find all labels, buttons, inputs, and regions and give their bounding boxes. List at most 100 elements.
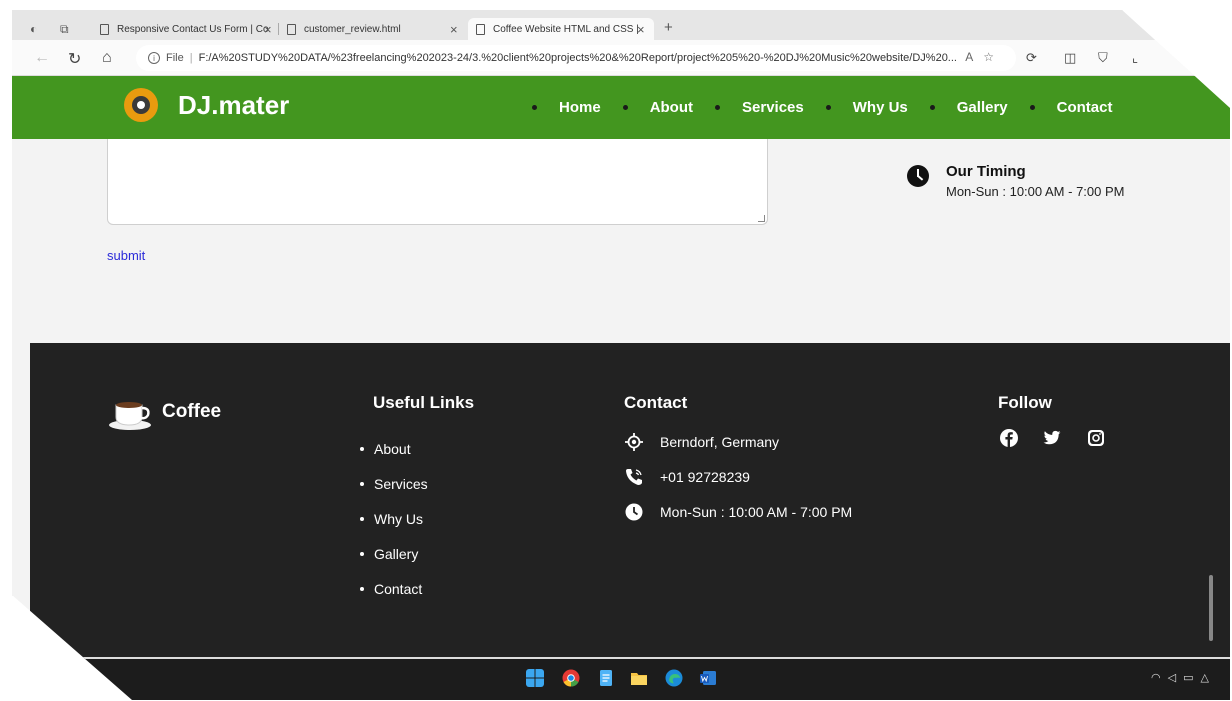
timing-text: Mon-Sun : 10:00 AM - 7:00 PM: [946, 184, 1125, 199]
contact-text: Berndorf, Germany: [660, 434, 780, 450]
facebook-icon[interactable]: [1000, 429, 1018, 447]
new-tab-button[interactable]: +: [664, 19, 673, 36]
nav-label: Gallery: [956, 99, 1008, 116]
wifi-icon[interactable]: ◠: [1151, 672, 1168, 684]
contact-phone: +01 92728239: [624, 467, 750, 487]
tab-customer-review[interactable]: customer_review.html: [287, 18, 462, 40]
nav-item-gallery[interactable]: Gallery: [929, 99, 1030, 116]
info-icon[interactable]: i: [148, 52, 160, 64]
nav-bullet: [715, 105, 721, 110]
message-textarea[interactable]: [107, 139, 768, 225]
volume-icon[interactable]: ◁: [1168, 672, 1183, 684]
nav-item-about[interactable]: About: [622, 99, 715, 116]
split-screen-icon[interactable]: ◫: [1064, 50, 1076, 66]
footer-link-label: Contact: [374, 580, 423, 597]
contact-address: Berndorf, Germany: [624, 432, 779, 452]
nav-item-home[interactable]: Home: [532, 99, 623, 116]
page-icon: [476, 23, 485, 35]
system-tray: ◠◁▭△: [1151, 671, 1216, 684]
notification-bell-icon[interactable]: △: [1201, 672, 1216, 684]
nav-item-contact[interactable]: Contact: [1029, 99, 1135, 116]
nav-item-services[interactable]: Services: [715, 99, 826, 116]
favorite-star-icon[interactable]: ☆: [983, 50, 1004, 64]
chrome-icon[interactable]: [562, 669, 580, 687]
tab-contact-form[interactable]: Responsive Contact Us Form | Co: [100, 18, 280, 40]
battery-icon[interactable]: ▭: [1183, 672, 1200, 684]
url-actions: A☆: [965, 50, 1004, 64]
workspaces-icon[interactable]: ⧉: [60, 22, 69, 37]
nav-label: Contact: [1056, 99, 1113, 116]
nav-label: Services: [742, 99, 804, 116]
nav-label: About: [649, 99, 694, 116]
tab-label: Responsive Contact Us Form | Co: [117, 23, 269, 35]
logo-ring: [132, 96, 150, 114]
timing-title: Our Timing: [946, 163, 1026, 180]
footer-link-label: Why Us: [374, 510, 423, 527]
tab-label: customer_review.html: [304, 23, 401, 35]
list-bullet: [360, 551, 364, 556]
useful-links-list: About Services Why Us Gallery Contact: [360, 431, 428, 606]
phone-icon: [624, 467, 644, 487]
nav-label: Why Us: [852, 99, 908, 116]
follow-title: Follow: [998, 393, 1052, 412]
footer-link-gallery[interactable]: Gallery: [360, 536, 428, 571]
nav-bullet: [532, 105, 537, 110]
url-field[interactable]: i File | F:/A%20STUDY%20DATA/%23freelanc…: [136, 45, 1016, 71]
profile-icon[interactable]: ◐: [30, 22, 37, 36]
list-bullet: [360, 481, 364, 486]
tab-separator: [278, 23, 279, 35]
clock-icon: [624, 502, 644, 522]
refresh-icon[interactable]: ↻: [68, 49, 81, 69]
nav-bullet: [825, 105, 831, 110]
screenshot-stage: ◐ ⧉ Responsive Contact Us Form | Co × cu…: [0, 0, 1232, 701]
nav-bullet: [622, 105, 628, 110]
twitter-icon[interactable]: [1043, 429, 1061, 447]
browser-essentials-icon[interactable]: ⛉: [1098, 50, 1108, 66]
page-icon: [100, 23, 109, 35]
contact-text: Mon-Sun : 10:00 AM - 7:00 PM: [660, 504, 853, 520]
read-aloud-icon[interactable]: A: [965, 50, 983, 64]
list-bullet: [360, 446, 364, 451]
footer-link-services[interactable]: Services: [360, 466, 428, 501]
instagram-icon[interactable]: [1087, 429, 1105, 447]
extensions-icon[interactable]: ⟳: [1026, 50, 1037, 66]
notepad-icon[interactable]: [597, 669, 615, 687]
dj-logo-icon[interactable]: [124, 88, 158, 122]
copilot-icon[interactable]: ⌞: [1132, 50, 1138, 66]
page-scrollbar[interactable]: [1209, 575, 1213, 641]
back-icon[interactable]: ←: [34, 49, 50, 67]
clock-icon: [907, 165, 929, 187]
contact-section: submit Our Timing Mon-Sun : 10:00 AM - 7…: [12, 139, 1230, 343]
nav-label: Home: [559, 99, 601, 116]
address-bar: ← ↻ ⌂ i File | F:/A%20STUDY%20DATA/%23fr…: [12, 40, 1230, 76]
site-brand[interactable]: DJ.mater: [178, 90, 289, 121]
footer-link-why-us[interactable]: Why Us: [360, 501, 428, 536]
nav-bullet: [1029, 105, 1035, 110]
resize-handle[interactable]: [758, 215, 765, 222]
footer-link-label: Services: [374, 475, 428, 492]
footer-link-label: Gallery: [374, 545, 419, 562]
main-nav: Home About Services Why Us Gallery Conta…: [532, 76, 1134, 139]
footer-link-contact[interactable]: Contact: [360, 571, 428, 606]
footer-brand[interactable]: Coffee: [162, 401, 221, 423]
home-icon[interactable]: ⌂: [102, 49, 112, 67]
edge-icon[interactable]: [665, 669, 683, 687]
footer-link-label: About: [374, 440, 411, 457]
url-divider: |: [189, 52, 193, 64]
coffee-cup-icon[interactable]: [108, 395, 152, 431]
close-tab-icon[interactable]: ×: [264, 22, 272, 37]
footer-link-about[interactable]: About: [360, 431, 428, 466]
file-explorer-icon[interactable]: [630, 669, 648, 687]
word-icon[interactable]: [699, 669, 717, 687]
submit-button[interactable]: submit: [107, 248, 145, 263]
close-tab-icon[interactable]: ×: [637, 22, 645, 37]
windows-taskbar: ◠◁▭△: [12, 657, 1230, 700]
nav-item-why-us[interactable]: Why Us: [825, 99, 930, 116]
close-tab-icon[interactable]: ×: [450, 22, 458, 37]
logo-center: [137, 101, 145, 109]
browser-window: ◐ ⧉ Responsive Contact Us Form | Co × cu…: [12, 10, 1230, 700]
nav-bullet: [929, 105, 935, 110]
windows-start-icon[interactable]: [526, 669, 544, 687]
tab-coffee-website[interactable]: Coffee Website HTML and CSS |: [468, 18, 654, 40]
list-bullet: [360, 586, 364, 591]
